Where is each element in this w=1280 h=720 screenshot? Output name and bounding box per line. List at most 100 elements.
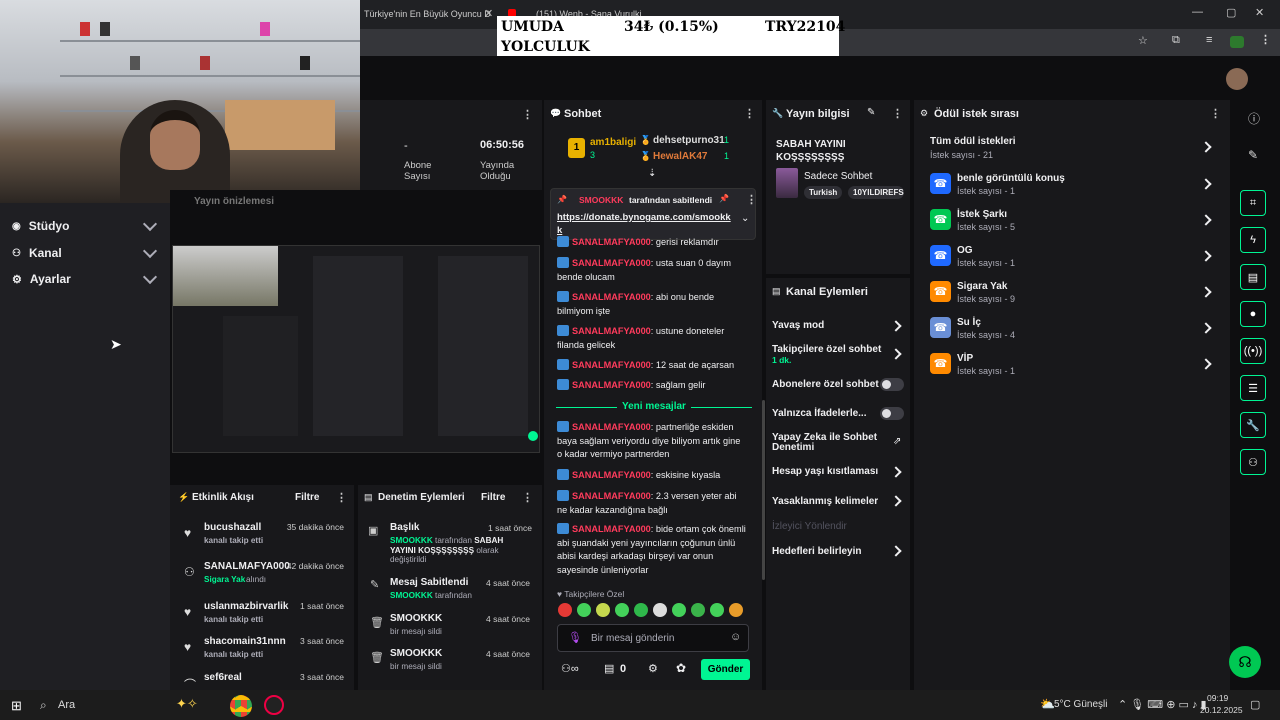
close-icon[interactable]: ✕ <box>484 7 493 20</box>
pinned-message[interactable]: 📌 SMOOKKK tarafından sabitlendi 📌 ⋮ http… <box>550 188 757 240</box>
support-button[interactable]: ☊ <box>1229 646 1261 678</box>
chat-bubble-icon[interactable]: ● <box>1240 301 1266 327</box>
maximize-icon[interactable]: ▢ <box>1226 6 1236 19</box>
modlog-filter[interactable]: Filtre <box>481 492 505 503</box>
star-icon[interactable]: ☆ <box>1138 34 1148 47</box>
chat-username[interactable]: SANALMAFYA000 <box>572 491 651 501</box>
tag[interactable]: 10YILDIREFS <box>848 186 904 199</box>
emote-icon[interactable] <box>615 603 629 617</box>
minimize-icon[interactable]: — <box>1192 6 1203 18</box>
chevron-down-icon[interactable] <box>142 269 158 285</box>
chat-username[interactable]: SANALMAFYA000 <box>572 524 651 534</box>
gear-icon[interactable]: ⚙ <box>648 662 658 675</box>
pinned-by[interactable]: SMOOKKK <box>579 195 623 205</box>
taskbar-search[interactable]: Ara <box>58 699 75 711</box>
activity-filter[interactable]: Filtre <box>295 492 319 503</box>
app-icon[interactable] <box>264 695 284 715</box>
gifter-name[interactable]: HewalAK47 <box>653 151 707 162</box>
info-icon[interactable]: ⓘ <box>1248 110 1260 127</box>
viewers-icon[interactable]: ⚇∞ <box>561 662 579 675</box>
weather-text[interactable]: 5°C Güneşli <box>1054 699 1107 710</box>
external-link-icon[interactable]: ⇗ <box>893 436 901 447</box>
menu-dots-icon[interactable]: ⋮ <box>522 108 533 121</box>
emote-only-toggle[interactable] <box>880 407 904 420</box>
broadcast-icon[interactable]: ((•)) <box>1240 338 1266 364</box>
chat-username[interactable]: SANALMAFYA000 <box>572 380 651 390</box>
search-icon[interactable]: ⌕ <box>40 698 47 713</box>
activity-user[interactable]: sef6real <box>204 672 242 683</box>
chat-username[interactable]: SANALMAFYA000 <box>572 422 651 432</box>
menu-dots-icon[interactable]: ⋮ <box>1210 107 1221 120</box>
emote-icon[interactable] <box>634 603 648 617</box>
menu-dots-icon[interactable]: ⋮ <box>892 107 903 120</box>
chat-scrollbar[interactable] <box>762 400 765 580</box>
tray-icons[interactable]: ⌃ 🎙 ⌨ ⊕ ▭ ♪ ▮ <box>1118 698 1207 711</box>
category-thumbnail[interactable] <box>776 168 798 198</box>
action-set-goals[interactable]: Hedefleri belirleyin <box>772 546 861 557</box>
windows-start-icon[interactable]: ⊞ <box>11 698 22 714</box>
activity-user[interactable]: uslanmazbirvarlik <box>204 601 288 612</box>
extensions-icon[interactable]: ⧉ <box>1172 34 1180 47</box>
preview-video[interactable] <box>172 245 540 453</box>
menu-dots-icon[interactable]: ⋮ <box>336 491 347 504</box>
activity-user[interactable]: shacomain31nnn <box>204 636 286 647</box>
expand-icon[interactable]: ⇣ <box>648 168 656 179</box>
bot-icon[interactable]: ✿ <box>676 661 686 675</box>
reward-label[interactable]: Sigara Yak <box>957 281 1007 292</box>
activity-user[interactable]: SANALMAFYA000 <box>204 561 290 572</box>
chat-username[interactable]: SANALMAFYA000 <box>572 360 651 370</box>
send-button[interactable]: Gönder <box>701 659 750 680</box>
emote-icon[interactable] <box>653 603 667 617</box>
chat-username[interactable]: SANALMAFYA000 <box>572 237 651 247</box>
playlist-icon[interactable]: ≡ <box>1206 34 1212 46</box>
chat-username[interactable]: SANALMAFYA000 <box>572 326 651 336</box>
emote-icon[interactable] <box>577 603 591 617</box>
subs-only-toggle[interactable] <box>880 378 904 391</box>
chevron-down-icon[interactable]: ⌄ <box>741 213 749 224</box>
gifter-name[interactable]: am1baligi <box>590 137 636 148</box>
browser-tab-1[interactable]: Türkiye'nin En Büyük Oyuncu D <box>364 9 491 19</box>
reward-label[interactable]: VİP <box>957 353 973 364</box>
nav-settings[interactable]: ⚙ Ayarlar <box>12 272 71 286</box>
reward-label[interactable]: Su İç <box>957 317 981 328</box>
reward-label[interactable]: OG <box>957 245 973 256</box>
window-close-icon[interactable]: ✕ <box>1255 6 1264 19</box>
wrench-icon[interactable]: 🔧 <box>1240 412 1266 438</box>
action-slow-mode[interactable]: Yavaş mod <box>772 320 824 331</box>
pencil-icon[interactable]: ✎ <box>1248 148 1258 162</box>
emote-icon[interactable] <box>729 603 743 617</box>
notification-icon[interactable]: ▢ <box>1250 698 1260 711</box>
gift-icon[interactable]: ▤ <box>604 662 614 675</box>
modlog-user[interactable]: SMOOKKK <box>390 591 433 600</box>
action-banned-words[interactable]: Yasaklanmış kelimeler <box>772 496 878 507</box>
widget-icon[interactable]: ✦✧ <box>176 696 198 712</box>
emote-icon[interactable] <box>558 603 572 617</box>
nav-studio[interactable]: ◉ Stüdyo <box>12 219 69 233</box>
screenshot-icon[interactable]: ⌗ <box>1240 190 1266 216</box>
activity-user[interactable]: bucushazall <box>204 522 261 533</box>
chat-username[interactable]: SANALMAFYA000 <box>572 258 651 268</box>
chat-username[interactable]: SANALMAFYA000 <box>572 470 651 480</box>
reward-label[interactable]: İstek Şarkı <box>957 209 1007 220</box>
emote-icon[interactable] <box>691 603 705 617</box>
reward-label[interactable]: benle görüntülü konuş <box>957 173 1065 184</box>
all-rewards-label[interactable]: Tüm ödül istekleri <box>930 136 1016 147</box>
tag[interactable]: Turkish <box>804 186 843 199</box>
action-ai-moderation[interactable]: Yapay Zeka ile Sohbet Denetimi <box>772 433 882 453</box>
gifter-name[interactable]: dehsetpurno31 <box>653 135 725 146</box>
avatar[interactable] <box>1226 68 1248 90</box>
profile-icon[interactable] <box>1230 36 1244 48</box>
clock-time[interactable]: 09:19 <box>1207 693 1228 703</box>
pencil-icon[interactable]: ✎ <box>867 107 875 118</box>
menu-dots-icon[interactable]: ⋮ <box>1260 33 1271 46</box>
emoji-icon[interactable]: ☺ <box>730 631 741 643</box>
mic-icon[interactable]: 🎙 <box>568 631 582 644</box>
action-account-age[interactable]: Hesap yaşı kısıtlaması <box>772 466 878 477</box>
emote-icon[interactable] <box>596 603 610 617</box>
emote-icon[interactable] <box>710 603 724 617</box>
category-name[interactable]: Sadece Sohbet <box>804 171 872 182</box>
lightning-icon[interactable]: ϟ <box>1240 227 1266 253</box>
chat-input[interactable]: 🎙 Bir mesaj gönderin ☺ <box>557 624 749 652</box>
menu-dots-icon[interactable]: ⋮ <box>744 107 755 120</box>
layout-icon[interactable]: ☰ <box>1240 375 1266 401</box>
